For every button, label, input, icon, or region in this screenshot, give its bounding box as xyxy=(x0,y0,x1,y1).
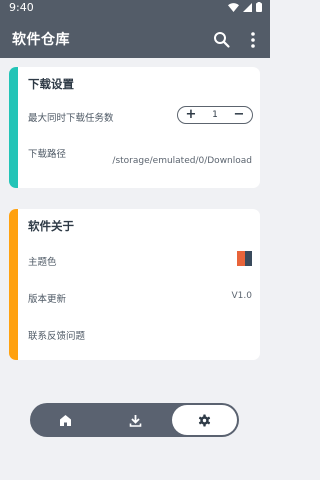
increase-button[interactable]: + xyxy=(182,107,200,123)
battery-icon xyxy=(256,2,262,12)
download-path-value[interactable]: /storage/emulated/0/Download xyxy=(112,156,252,166)
bottom-navigation xyxy=(30,403,239,437)
theme-color-swatch[interactable] xyxy=(237,251,252,266)
download-settings-title: 下载设置 xyxy=(28,77,74,91)
search-icon[interactable] xyxy=(212,30,232,50)
download-icon xyxy=(129,414,141,427)
max-tasks-stepper: + 1 − xyxy=(177,106,253,124)
about-title: 软件关于 xyxy=(28,219,74,233)
top-app-bar: 9:40 软件仓库 xyxy=(0,0,270,58)
card-accent-bar xyxy=(9,67,18,188)
signal-icon xyxy=(243,2,252,12)
max-tasks-label: 最大同时下载任务数 xyxy=(28,113,114,124)
about-card: 软件关于 主题色 版本更新 V1.0 联系反馈问题 xyxy=(9,209,260,360)
theme-color-primary xyxy=(237,251,245,266)
wifi-icon xyxy=(228,2,239,12)
version-update-label[interactable]: 版本更新 xyxy=(28,291,66,305)
settings-icon xyxy=(198,414,211,426)
more-vert-icon[interactable] xyxy=(246,30,260,50)
decrease-button[interactable]: − xyxy=(230,107,248,123)
nav-download[interactable] xyxy=(100,403,170,437)
nav-home[interactable] xyxy=(30,403,100,437)
nav-settings[interactable] xyxy=(170,403,239,437)
download-path-label: 下载路径 xyxy=(28,149,67,160)
theme-color-label[interactable]: 主题色 xyxy=(28,254,57,268)
version-value: V1.0 xyxy=(231,291,252,301)
feedback-label[interactable]: 联系反馈问题 xyxy=(28,328,85,342)
home-icon xyxy=(59,414,71,426)
download-settings-card: 下载设置 最大同时下载任务数 + 1 − 下载路径 /storage/emula… xyxy=(9,67,260,188)
theme-color-secondary xyxy=(244,251,252,266)
page-title: 软件仓库 xyxy=(12,32,70,48)
status-time: 9:40 xyxy=(9,1,34,14)
max-tasks-value: 1 xyxy=(212,110,218,120)
status-icons xyxy=(228,2,262,12)
card-accent-bar xyxy=(9,209,18,360)
